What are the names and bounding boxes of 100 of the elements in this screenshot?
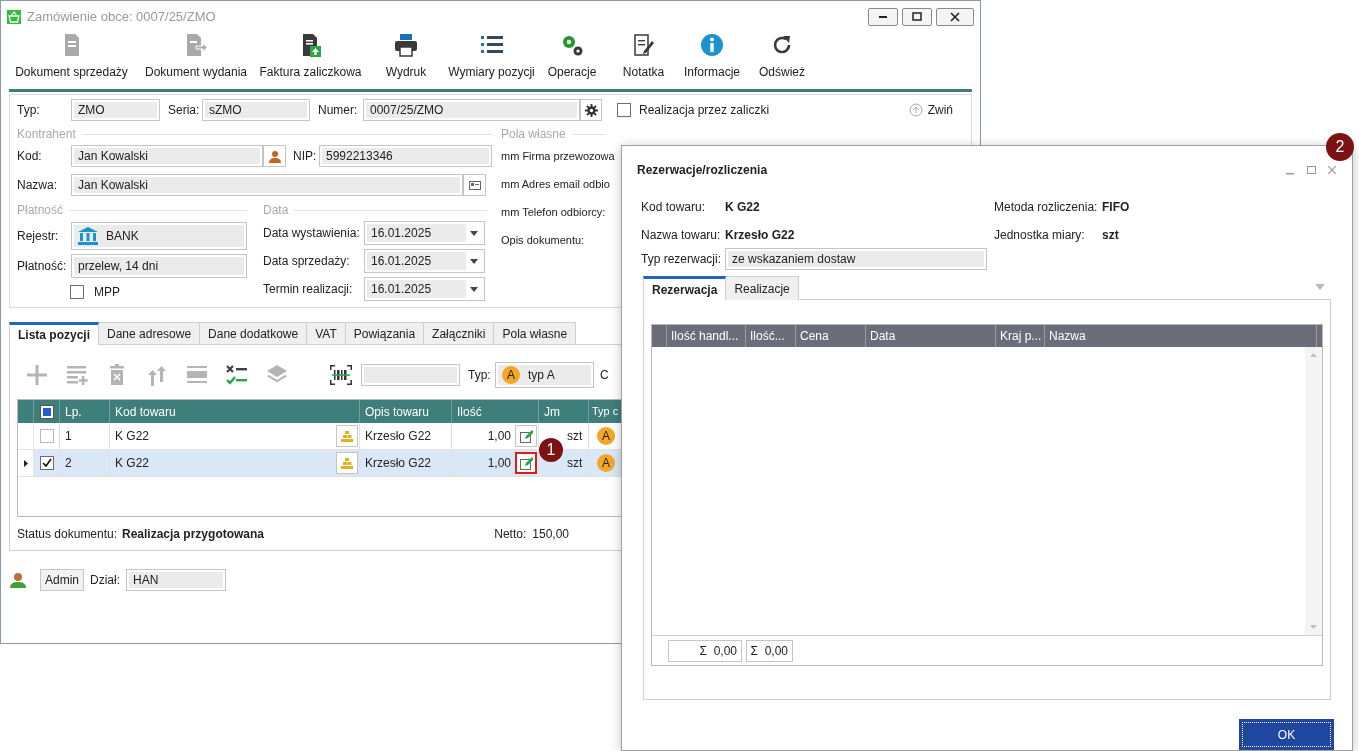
checkbox[interactable]: [617, 103, 631, 117]
user-button[interactable]: Admin: [40, 569, 84, 591]
tab[interactable]: Powiązania: [345, 322, 425, 345]
tab[interactable]: VAT: [307, 322, 346, 345]
number-field[interactable]: 0007/25/ZMO: [363, 99, 580, 121]
collapse-button[interactable]: Zwiń: [908, 101, 953, 119]
tab[interactable]: Rezerwacja: [643, 276, 727, 301]
bars-icon: [341, 430, 353, 442]
table-cell-text: K G22: [115, 455, 151, 472]
checkbox[interactable]: [70, 285, 84, 299]
step-badge: 2: [1326, 133, 1354, 161]
card-icon: [468, 180, 481, 190]
date-field[interactable]: 16.01.2025: [364, 249, 485, 273]
field-label: Data wystawienia:: [263, 225, 361, 242]
person-button[interactable]: [263, 145, 286, 167]
table-cell-text: K G22: [115, 428, 151, 445]
tab[interactable]: Dane dodatkowe: [200, 322, 308, 345]
row-indicator-icon: [23, 459, 28, 467]
maximize-button[interactable]: [1307, 164, 1317, 175]
reservation-type-field[interactable]: ze wskazaniem dostaw: [725, 248, 987, 271]
table-cell-text: Krzesło G22: [365, 455, 432, 472]
ok-button[interactable]: OK: [1239, 719, 1334, 750]
tab[interactable]: Lista pozycji: [9, 322, 100, 345]
restore-button[interactable]: [902, 7, 932, 26]
tab[interactable]: Załączniki: [424, 322, 495, 345]
toolbar-button[interactable]: Odśwież: [747, 32, 817, 89]
basket-icon: [7, 9, 21, 24]
contractor-code-field[interactable]: Jan Kowalski: [71, 145, 263, 167]
field-label: Kod:: [17, 148, 43, 165]
field-value: K G22: [725, 199, 761, 217]
nip-field[interactable]: 5992213346: [319, 145, 492, 167]
field-value: szt: [1102, 227, 1119, 245]
register-field[interactable]: BANK: [71, 222, 247, 250]
row-checkbox[interactable]: [39, 456, 54, 470]
type-field[interactable]: ZMO: [71, 99, 160, 121]
contractor-name-field[interactable]: Jan Kowalski: [71, 174, 463, 196]
netto-value: 150,00: [532, 526, 569, 543]
toolbar-button[interactable]: Operacje: [534, 32, 610, 89]
tab[interactable]: Pola własne: [494, 322, 577, 345]
toolbar-button[interactable]: Faktura zaliczkowa: [258, 32, 363, 89]
field-label: Kod towaru:: [641, 199, 707, 217]
field-label: Data sprzedaży:: [263, 253, 351, 270]
row-checkbox[interactable]: [39, 429, 54, 443]
department-field[interactable]: HAN: [126, 569, 227, 591]
type-badge: A: [502, 366, 520, 384]
series-field[interactable]: sZMO: [202, 99, 310, 121]
minimize-icon: [1286, 172, 1294, 175]
column-header[interactable]: Kraj p...: [996, 325, 1045, 348]
caret-icon: [470, 230, 478, 236]
field-label: Płatność:: [17, 258, 68, 275]
select-all-checkbox[interactable]: [39, 404, 54, 419]
field-label: Nazwa:: [17, 177, 58, 194]
field-label: NIP:: [293, 148, 318, 165]
minimize-button[interactable]: [868, 7, 898, 26]
edit-button[interactable]: [515, 452, 537, 474]
table-cell-text: Krzesło G22: [365, 428, 432, 445]
date-field[interactable]: 16.01.2025: [364, 277, 485, 301]
field-label: Opis dokumentu:: [501, 232, 585, 248]
restore-icon: [912, 12, 922, 21]
type-badge: A: [597, 454, 615, 472]
scrollbar[interactable]: [1305, 347, 1322, 636]
barcode-button[interactable]: [328, 362, 354, 388]
column-header[interactable]: Cena: [796, 325, 866, 348]
table-cell-text: 1,00: [487, 455, 511, 472]
type-badge: A: [597, 427, 615, 445]
dropdown-icon: [1315, 284, 1325, 291]
table-cell-text: szt: [567, 428, 583, 445]
checkbox-label: Realizacja przez zaliczki: [639, 102, 770, 119]
window-title: Zamówienie obce: 0007/25/ZMO: [27, 7, 216, 26]
tab[interactable]: Dane adresowe: [99, 322, 201, 345]
tab[interactable]: Realizacje: [726, 276, 799, 301]
check-icon: [40, 457, 53, 469]
toolbar-button[interactable]: Informacje: [677, 32, 747, 89]
field-label: Typ:: [17, 102, 41, 119]
card-button[interactable]: [463, 174, 486, 196]
sum-cell: Σ 0,00: [668, 639, 742, 662]
bars-icon: [341, 457, 353, 469]
field-label: Typ:: [468, 367, 492, 384]
toolbar-button[interactable]: Wymiary pozycji: [449, 32, 534, 89]
field-label: Metoda rozliczenia:: [994, 199, 1099, 217]
column-header[interactable]: Ilość handl...: [667, 325, 746, 348]
field-label: mm Firma przewozowa: [501, 148, 615, 164]
toolbar-button[interactable]: Notatka: [610, 32, 677, 89]
dialog-title: Rezerwacje/rozliczenia: [637, 161, 768, 179]
close-button[interactable]: [936, 7, 974, 26]
barcode-field[interactable]: [361, 364, 460, 386]
toolbar-button[interactable]: Wydruk: [363, 32, 449, 89]
table-cell-text: szt: [567, 455, 583, 472]
type-select[interactable]: A typ A: [495, 362, 594, 388]
field-value: FIFO: [1102, 199, 1130, 217]
netto-label: Netto:: [494, 526, 527, 543]
column-header[interactable]: Data: [866, 325, 996, 348]
barcode-icon: [330, 365, 352, 385]
field-value: Krzesło G22: [725, 227, 796, 245]
column-header[interactable]: Ilość...: [746, 325, 796, 348]
settings-button[interactable]: [580, 99, 602, 121]
payment-field[interactable]: przelew, 14 dni: [71, 254, 247, 278]
field-label: Nazwa towaru:: [641, 227, 722, 245]
date-field[interactable]: 16.01.2025: [364, 221, 485, 245]
edit-button[interactable]: [515, 425, 537, 447]
